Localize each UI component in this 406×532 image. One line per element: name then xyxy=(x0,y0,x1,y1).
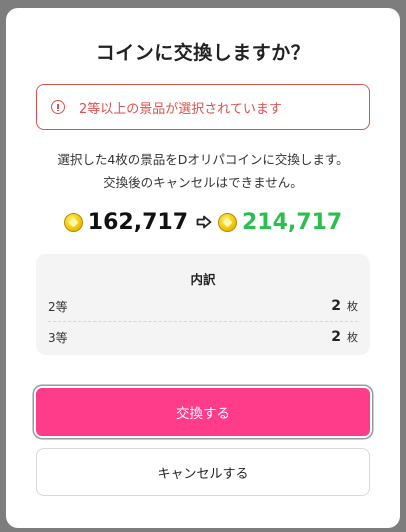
prize-count: 2 枚 xyxy=(331,329,358,345)
exchange-confirm-dialog: コインに交換しますか？ 2等以上の景品が選択されています 選択した4枚の景品をD… xyxy=(6,8,400,528)
description-line-1: 選択した4枚の景品をDオリパコインに交換します。 xyxy=(57,152,349,167)
prize-count-number: 2 xyxy=(331,329,341,345)
warning-alert: 2等以上の景品が選択されています xyxy=(36,84,370,130)
warning-text: 2等以上の景品が選択されています xyxy=(79,101,282,117)
cancel-button[interactable]: キャンセルする xyxy=(36,448,370,496)
prize-rank-label: 3等 xyxy=(48,330,68,345)
exchange-button[interactable]: 交換する xyxy=(34,386,372,438)
dialog-title: コインに交換しますか？ xyxy=(95,42,311,64)
prize-count-number: 2 xyxy=(331,298,341,314)
prize-rank-label: 2等 xyxy=(48,299,68,314)
description-line-2: 交換後のキャンセルはできません。 xyxy=(103,175,303,190)
alert-circle-icon xyxy=(51,100,65,114)
prize-count-unit: 枚 xyxy=(347,300,358,313)
coins-before: 162,717 xyxy=(87,209,188,235)
breakdown-panel: 内訳 2等 2 枚 3等 2 枚 xyxy=(36,254,370,355)
prize-count-unit: 枚 xyxy=(347,331,358,344)
arrow-right-icon xyxy=(196,215,212,229)
dialog-description: 選択した4枚の景品をDオリパコインに交換します。 交換後のキャンセルはできません… xyxy=(6,148,400,194)
coin-icon xyxy=(63,212,83,232)
coin-icon xyxy=(218,212,237,232)
coins-after: 214,717 xyxy=(242,209,343,235)
breakdown-title: 内訳 xyxy=(190,272,216,287)
coin-exchange-summary: 162,717 214,717 xyxy=(6,205,400,239)
breakdown-row: 3等 2 枚 xyxy=(48,322,358,352)
breakdown-row: 2等 2 枚 xyxy=(48,291,358,322)
prize-count: 2 枚 xyxy=(331,298,358,314)
